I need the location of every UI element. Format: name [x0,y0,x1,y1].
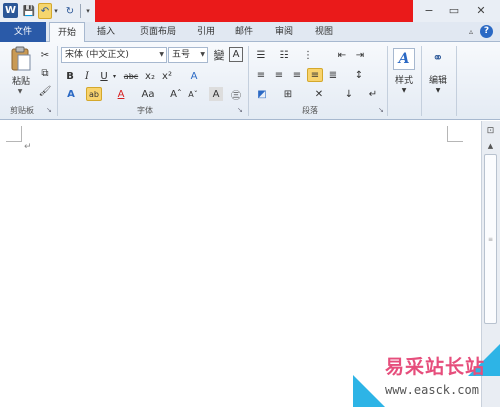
styles-icon[interactable]: A [393,48,415,70]
editing-dropdown-icon[interactable]: ▼ [434,86,442,94]
phonetic-guide-icon[interactable]: 變 [211,47,227,63]
format-painter-icon[interactable]: 🖌 [38,84,52,98]
page-margin-corner [6,126,22,142]
justify-icon[interactable]: ≡ [307,68,323,82]
font-name-value: 宋体 (中文正文) [65,50,129,60]
tab-mailings[interactable]: 邮件 [226,22,262,42]
font-launcher-icon[interactable]: ↘ [237,106,245,114]
multilevel-list-icon[interactable]: ⋮ [300,48,316,62]
subscript-button[interactable]: x₂ [143,69,157,83]
help-icon[interactable]: ? [480,25,493,38]
italic-button[interactable]: I [80,69,94,83]
tab-file[interactable]: 文件 [0,22,46,42]
binoculars-icon[interactable]: ⚭ [427,48,449,70]
ribbon-home: 粘贴 ▼ ✂ ⧉ 🖌 剪贴板 ↘ 宋体 (中文正文) ▼ 五号 ▼ 變 A B … [0,42,500,120]
underline-button[interactable]: U [97,69,111,83]
align-center-icon[interactable]: ≡ [271,68,287,82]
group-label-clipboard: 剪贴板 [10,106,34,115]
font-size-value: 五号 [172,50,191,60]
font-size-select[interactable]: 五号 ▼ [168,47,208,63]
font-name-select[interactable]: 宋体 (中文正文) ▼ [61,47,167,63]
paste-icon[interactable] [10,46,32,72]
group-label-paragraph: 段落 [302,106,318,115]
decrease-indent-icon[interactable]: ⇤ [334,48,350,62]
tab-page-layout[interactable]: 页面布局 [128,22,188,42]
group-separator [387,46,388,116]
minimize-button[interactable]: − [418,2,440,19]
ribbon-tab-row: 文件 开始 插入 页面布局 引用 邮件 审阅 视图 ▵ ? [0,22,500,43]
save-icon[interactable]: 💾 [22,3,36,19]
sort-icon[interactable]: ↓ [342,87,356,101]
line-spacing-icon[interactable]: ↕ [350,68,368,82]
tab-insert[interactable]: 插入 [88,22,124,42]
redo-icon[interactable]: ↻ [63,3,77,19]
highlight-icon[interactable]: ab [86,87,102,101]
cut-icon[interactable]: ✂ [38,48,52,62]
change-case-icon[interactable]: Aa [138,87,158,101]
watermark-corner [353,375,385,407]
align-right-icon[interactable]: ≡ [289,68,305,82]
tab-references[interactable]: 引用 [190,22,222,42]
distributed-icon[interactable]: ≣ [325,68,341,82]
group-label-font: 字体 [137,106,153,115]
align-left-icon[interactable]: ≡ [253,68,269,82]
ruler-toggle-icon[interactable]: ⊡ [484,124,497,138]
font-color-icon[interactable]: A [114,87,128,101]
group-separator [57,46,58,116]
enclose-characters-icon[interactable]: ㊂ [229,87,243,102]
collapse-ribbon-icon[interactable]: ▵ [466,27,476,37]
styles-button[interactable]: 样式 [390,73,418,86]
asian-layout-icon[interactable]: ✕ [310,87,328,101]
clipboard-launcher-icon[interactable]: ↘ [46,106,54,114]
word-app-icon[interactable]: W [3,3,18,18]
customize-qat-icon[interactable]: ▾ [83,3,93,19]
paste-dropdown-icon[interactable]: ▼ [16,88,24,96]
paste-button[interactable]: 粘贴 [6,74,36,87]
bullets-icon[interactable]: ☰ [253,48,269,62]
strikethrough-button[interactable]: abc [121,69,141,83]
watermark-title: 易采站长站 [385,356,486,378]
undo-dropdown-icon[interactable]: ▾ [52,3,60,19]
page-margin-corner [447,126,463,142]
group-separator [421,46,422,116]
increase-indent-icon[interactable]: ⇥ [352,48,368,62]
qat-separator [80,4,81,18]
group-separator [248,46,249,116]
character-shading-icon[interactable]: A [209,87,223,101]
undo-icon[interactable]: ↶ [38,3,52,19]
tab-review[interactable]: 审阅 [266,22,302,42]
tab-home[interactable]: 开始 [49,22,85,43]
numbering-icon[interactable]: ☷ [276,48,292,62]
character-border-icon[interactable]: A [229,47,243,62]
redacted-window-title [95,0,413,22]
scroll-grip-icon: ≡ [487,236,494,243]
title-bar: W 💾 ↶ ▾ ↻ ▾ − ▭ ✕ [0,0,500,22]
watermark-url: www.easck.com [385,383,479,397]
close-button[interactable]: ✕ [470,2,492,19]
copy-icon[interactable]: ⧉ [38,66,52,80]
superscript-button[interactable]: x² [160,69,174,83]
chevron-down-icon: ▼ [200,51,205,58]
shading-icon[interactable]: ◩ [253,87,271,101]
maximize-button[interactable]: ▭ [443,2,465,19]
tab-view[interactable]: 视图 [306,22,342,42]
text-effects-icon[interactable]: A [63,87,79,101]
bold-button[interactable]: B [63,69,77,83]
grow-font-icon[interactable]: Aˆ [169,87,183,101]
editing-button[interactable]: 编辑 [424,73,452,86]
shrink-font-icon[interactable]: Aˇ [186,87,200,101]
styles-dropdown-icon[interactable]: ▼ [400,86,408,94]
scroll-up-icon[interactable]: ▲ [484,140,497,152]
paragraph-launcher-icon[interactable]: ↘ [378,106,386,114]
show-marks-icon[interactable]: ↵ [366,87,380,101]
underline-dropdown-icon[interactable]: ▾ [111,69,118,83]
paragraph-mark: ↵ [24,142,32,152]
chevron-down-icon: ▼ [159,51,164,58]
clear-formatting-icon[interactable]: A [186,69,202,83]
group-separator [456,46,457,116]
borders-icon[interactable]: ⊞ [279,87,297,101]
